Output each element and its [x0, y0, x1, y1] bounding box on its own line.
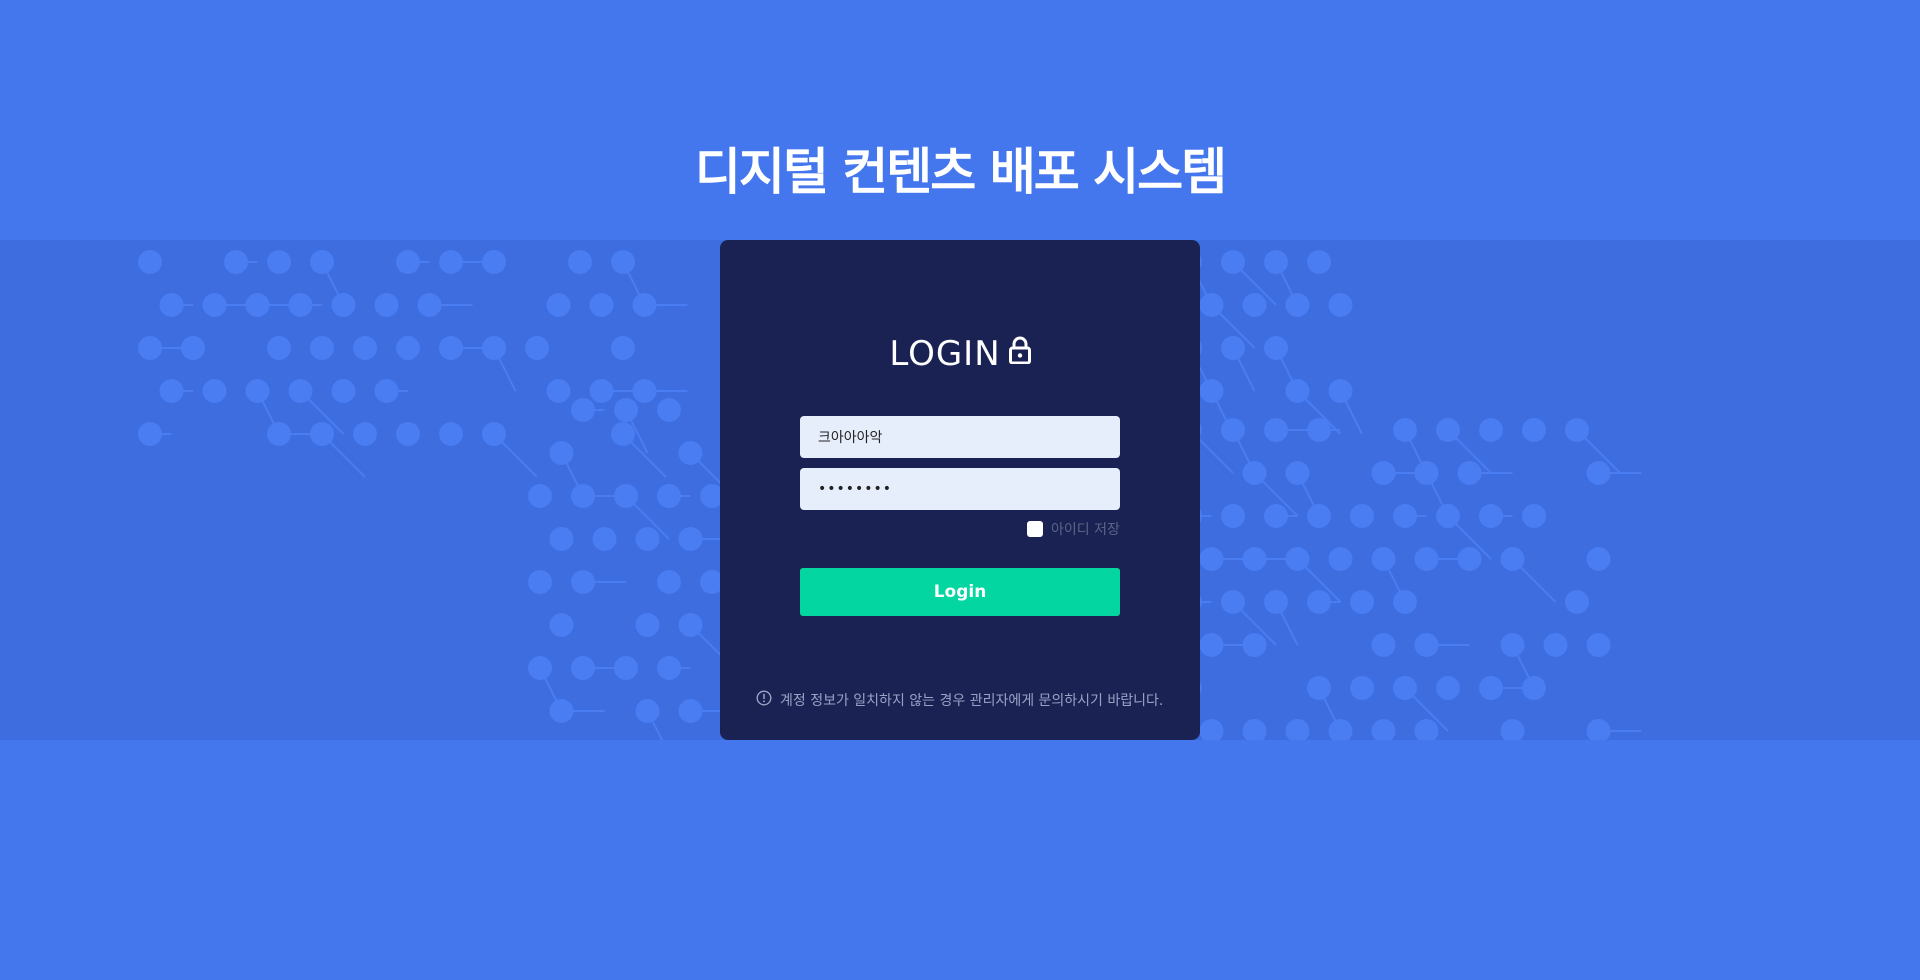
- pattern-node: [635, 527, 660, 551]
- lock-icon: [1008, 329, 1031, 377]
- pattern-node: [1414, 719, 1439, 740]
- pattern-node: [1371, 719, 1396, 740]
- pattern-node: [1328, 547, 1353, 571]
- pattern-node: [353, 422, 377, 446]
- pattern-node: [202, 379, 227, 403]
- pattern-node: [1242, 633, 1267, 657]
- pattern-link: [1339, 390, 1363, 435]
- pattern-link: [1275, 601, 1299, 646]
- login-notice-text: 계정 정보가 일치하지 않는 경우 관리자에게 문의하시기 바랍니다.: [780, 693, 1164, 709]
- pattern-node: [396, 422, 420, 446]
- pattern-node: [589, 293, 614, 317]
- app-title: 디지털 컨텐츠 배포 시스템: [694, 143, 1227, 201]
- pattern-node: [614, 656, 638, 680]
- remember-id-checkbox[interactable]: 아이디 저장: [1027, 519, 1120, 539]
- pattern-node: [549, 527, 574, 551]
- pattern-node: [657, 570, 681, 594]
- login-notice: 계정 정보가 일치하지 않는 경우 관리자에게 문의하시기 바랍니다.: [756, 689, 1163, 711]
- pattern-node: [1307, 504, 1331, 528]
- pattern-node: [1371, 633, 1396, 657]
- pattern-node: [1328, 719, 1353, 740]
- pattern-node: [528, 570, 552, 594]
- pattern-node: [1543, 633, 1568, 657]
- pattern-node: [1199, 719, 1224, 740]
- pattern-node: [267, 250, 291, 274]
- pattern-node: [1350, 590, 1374, 614]
- pattern-node: [1522, 676, 1546, 700]
- pattern-node: [1242, 293, 1267, 317]
- login-heading: LOGIN: [0, 330, 1920, 378]
- pattern-node: [1522, 504, 1546, 528]
- pattern-link: [1511, 558, 1557, 603]
- pattern-node: [1479, 418, 1503, 442]
- pattern-node: [1586, 547, 1611, 571]
- pattern-node: [1586, 633, 1611, 657]
- pattern-node: [439, 422, 463, 446]
- login-button[interactable]: Login: [800, 568, 1120, 616]
- remember-id-label: 아이디 저장: [1051, 522, 1120, 538]
- pattern-node: [1328, 293, 1353, 317]
- pattern-node: [1586, 719, 1611, 740]
- pattern-node: [1350, 676, 1374, 700]
- password-input[interactable]: [800, 468, 1120, 510]
- info-circle-icon: [756, 690, 772, 710]
- pattern-node: [528, 484, 552, 508]
- pattern-node: [1522, 418, 1546, 442]
- pattern-node: [138, 250, 162, 274]
- pattern-node: [482, 250, 506, 274]
- pattern-node: [635, 613, 660, 637]
- pattern-node: [1285, 293, 1310, 317]
- pattern-node: [1350, 504, 1374, 528]
- pattern-node: [568, 250, 592, 274]
- login-heading-text: LOGIN: [889, 334, 1001, 374]
- pattern-node: [1285, 719, 1310, 740]
- pattern-node: [592, 527, 617, 551]
- pattern-node: [331, 293, 356, 317]
- pattern-node: [657, 398, 681, 422]
- pattern-node: [1307, 250, 1331, 274]
- pattern-node: [1221, 504, 1245, 528]
- pattern-link: [622, 433, 667, 478]
- pattern-node: [1565, 590, 1589, 614]
- login-page: 디지털 컨텐츠 배포 시스템 LOGIN 아이디 저장 Login 계정 정보가…: [0, 0, 1920, 980]
- remember-id-checkbox-box[interactable]: [1027, 521, 1043, 537]
- pattern-node: [1393, 590, 1417, 614]
- pattern-node: [1242, 719, 1267, 740]
- pattern-node: [549, 613, 574, 637]
- pattern-node: [1457, 547, 1482, 571]
- pattern-node: [331, 379, 356, 403]
- pattern-link: [493, 433, 538, 478]
- pattern-node: [1436, 676, 1460, 700]
- username-input[interactable]: [800, 416, 1120, 458]
- pattern-node: [546, 293, 571, 317]
- pattern-node: [1500, 719, 1525, 740]
- pattern-node: [546, 379, 571, 403]
- pattern-node: [374, 293, 399, 317]
